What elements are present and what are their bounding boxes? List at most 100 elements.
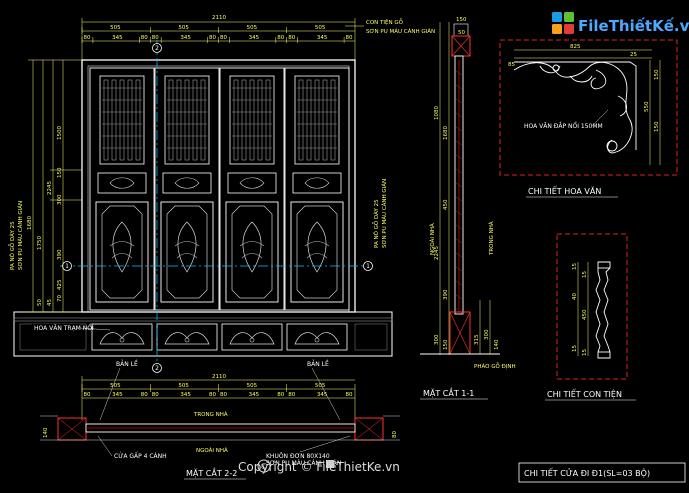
- ct-dim: 15: [582, 271, 588, 278]
- s22-sub-dim: 80: [141, 392, 148, 398]
- sec11-left-dim: 300: [434, 334, 440, 345]
- s22-top-dim: 505: [247, 383, 258, 389]
- ct-dim: 40: [572, 293, 578, 300]
- s22-sub-dim: 80: [346, 392, 353, 398]
- left-dim: 390: [57, 249, 63, 260]
- left-dim: 1500: [57, 126, 63, 140]
- watermark-text: Copyright © FileThietKe.vn: [238, 460, 400, 474]
- sub-dim: 80: [220, 35, 227, 41]
- hv-dim: 85: [508, 62, 515, 68]
- note-pano-right: PA NÔ GỖ DÀY 25: [372, 199, 380, 248]
- left-dim: 425: [57, 279, 63, 290]
- note-son-pu: SƠN PU MÀU CÁNH GIÁN: [366, 28, 435, 35]
- s22-sub-dim: 80: [220, 392, 227, 398]
- sub-dim: 80: [277, 35, 284, 41]
- top-dim: 505: [110, 25, 121, 31]
- s22-overall: 2110: [212, 374, 226, 380]
- s22-sub-dim: 80: [209, 392, 216, 398]
- left-dim: 2245: [47, 181, 53, 195]
- s22-sub-dim: 345: [112, 392, 123, 398]
- sec11-right-dim: 315: [474, 334, 480, 345]
- sub-dim: 345: [249, 35, 260, 41]
- copyright-watermark: © Copyright © FileThietKe.vn: [238, 459, 400, 474]
- ct-dim: 15: [572, 263, 578, 270]
- left-dim: 45: [47, 299, 53, 306]
- note-khuon-don: KHUÔN ĐƠN 80X140: [266, 453, 330, 460]
- left-dim: 150: [57, 167, 63, 178]
- hv-dim: 150: [654, 121, 660, 132]
- sec11-left-dim: 1680: [443, 126, 449, 140]
- label-ngoai-nha: NGOÀI NHÀ: [196, 447, 228, 454]
- sub-dim: 80: [209, 35, 216, 41]
- hv-dim: 825: [570, 44, 581, 50]
- sec11-right-dim: 300: [484, 329, 490, 340]
- overall-width-label: 2110: [212, 15, 226, 21]
- sub-dim: 80: [346, 35, 353, 41]
- logo-text: FileThiếtKế.vn: [578, 16, 689, 35]
- top-dim: 505: [247, 25, 258, 31]
- section-marker-2-bottom: 2: [152, 363, 162, 373]
- sub-dim: 80: [83, 35, 90, 41]
- sec11-left-dim: 150: [443, 339, 449, 350]
- left-dim: 300: [57, 194, 63, 205]
- cad-drawing: 2110 505 505 505 505 80 345 80 80 345 80 80 345 80 8…: [0, 0, 689, 493]
- sub-dim: 80: [141, 35, 148, 41]
- note-phao-go: PHÀO GỖ ĐỊNH: [474, 362, 516, 370]
- sub-dim: 80: [288, 35, 295, 41]
- note-ban-le-right: BẢN LỀ: [307, 360, 329, 368]
- svg-text:140: 140: [43, 427, 49, 438]
- sec11-top-dim: 50: [458, 30, 465, 36]
- svg-text:2: 2: [155, 365, 159, 372]
- sec11-top-dim: 150: [456, 17, 467, 23]
- top-dim: 505: [178, 25, 189, 31]
- label-inside: TRONG NHÀ: [488, 221, 495, 256]
- hv-dim: 550: [644, 101, 650, 112]
- s22-sub-dim: 345: [180, 392, 191, 398]
- section-marker-1-left: 1: [62, 261, 72, 271]
- left-dim: 50: [37, 299, 43, 306]
- left-dim: 1750: [37, 236, 43, 250]
- note-cua-gap: CỬA GẤP 4 CÁNH: [114, 452, 167, 460]
- hv-dim: 25: [630, 52, 637, 58]
- sub-dim: 345: [112, 35, 123, 41]
- top-dim: 505: [315, 25, 326, 31]
- sub-dim: 80: [152, 35, 159, 41]
- s22-sub-dim: 80: [277, 392, 284, 398]
- s22-sub-dim: 345: [249, 392, 260, 398]
- sec11-right-dim: 140: [494, 339, 500, 350]
- section-marker-1-right: 1: [363, 261, 373, 271]
- note-con-tien: CON TIỆN GỖ: [366, 18, 404, 26]
- left-dim: 70: [57, 295, 63, 302]
- label-outside: NGOÀI NHÀ: [429, 223, 436, 255]
- sec11-left-dim: 1080: [434, 106, 440, 120]
- s22-sub-dim: 345: [317, 392, 328, 398]
- s22-top-dim: 505: [110, 383, 121, 389]
- note-pano-left: PA NÔ GỖ DÀY 25: [8, 221, 16, 270]
- sub-dim: 345: [180, 35, 191, 41]
- sec11-left-dim: 450: [443, 199, 449, 210]
- s22-top-dim: 505: [178, 383, 189, 389]
- s22-sub-dim: 80: [152, 392, 159, 398]
- hoa-van-title: CHI TIẾT HOA VĂN: [528, 185, 601, 196]
- left-dim: 1680: [27, 216, 33, 230]
- ct-dim: 450: [582, 309, 588, 320]
- s22-sub-dim: 80: [83, 392, 90, 398]
- sub-dim: 345: [317, 35, 328, 41]
- svg-text:2: 2: [155, 45, 159, 52]
- section-marker-2-top: 2: [152, 43, 162, 53]
- note-hoa-van-tram: HOA VĂN TRẠM NỔI: [34, 324, 94, 332]
- ct-dim: 15: [572, 345, 578, 352]
- svg-text:1: 1: [65, 263, 69, 270]
- svg-text:80: 80: [392, 431, 398, 438]
- label-trong-nha: TRONG NHÀ: [193, 411, 228, 418]
- s22-sub-dim: 80: [288, 392, 295, 398]
- note-son-left: SƠN PU MÀU CÁNH GIÁN: [17, 201, 24, 270]
- sec11-left-dim: 390: [443, 289, 449, 300]
- note-hoa-van-dap: HOA VĂN ĐẮP NỔI 150MM: [524, 122, 603, 130]
- hv-dim: 150: [654, 69, 660, 80]
- sheet-title: CHI TIẾT CỬA ĐI Đ1(SL=03 BỘ): [524, 467, 650, 478]
- note-son-right: SƠN PU MÀU CÁNH GIÁN: [381, 179, 388, 248]
- ct-dim: 15: [582, 349, 588, 356]
- note-ban-le-left: BẢN LỀ: [116, 360, 138, 368]
- svg-text:1: 1: [366, 263, 370, 270]
